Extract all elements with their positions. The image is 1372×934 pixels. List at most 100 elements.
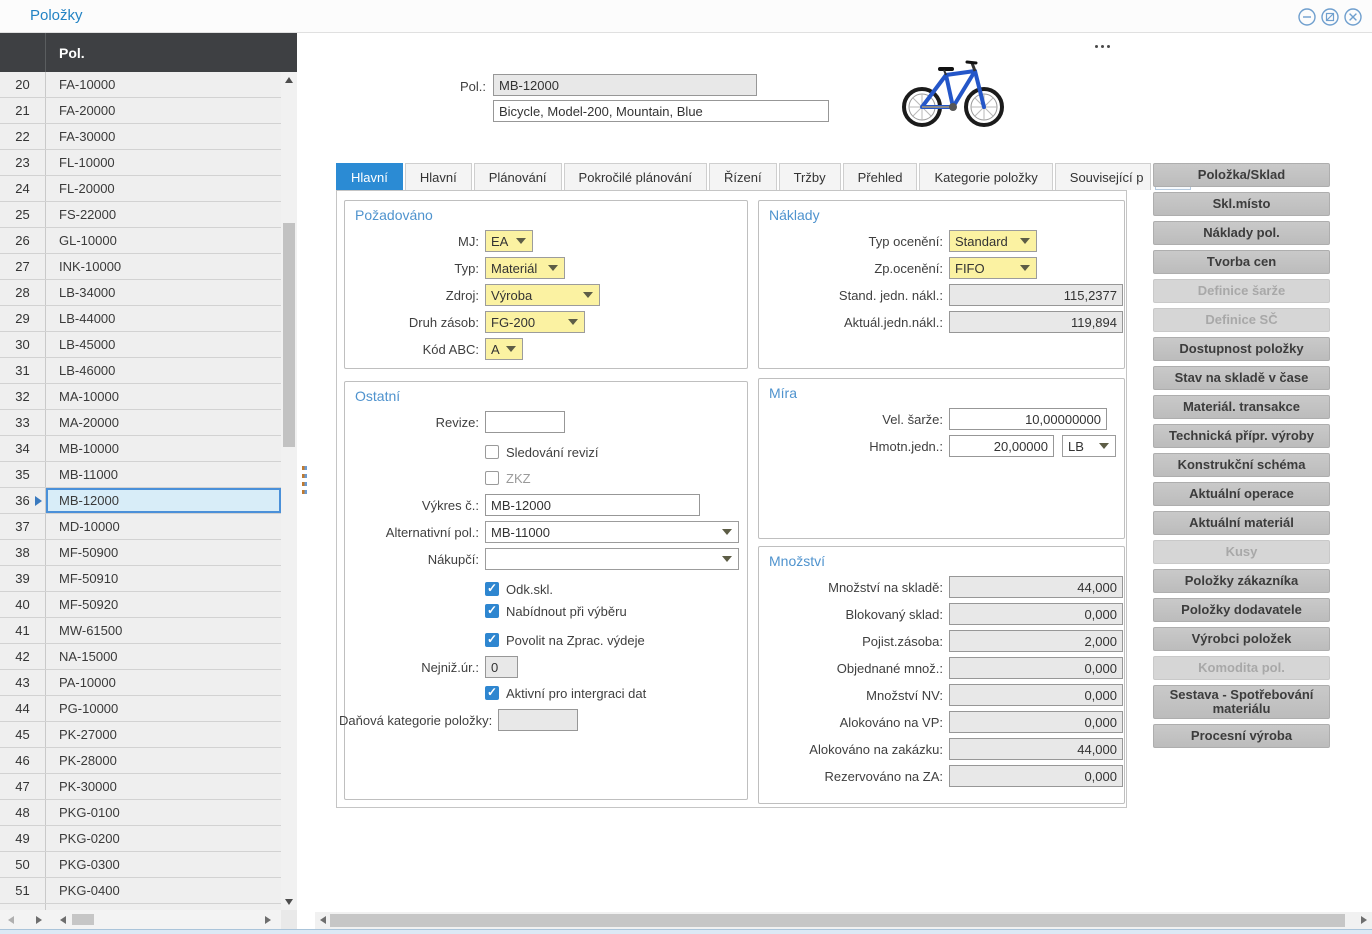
- quantity-field[interactable]: [949, 576, 1123, 598]
- item-code-cell[interactable]: MF-50900: [46, 540, 281, 565]
- table-row[interactable]: 44 PG-10000: [0, 696, 281, 722]
- table-row[interactable]: 51 PKG-0400: [0, 878, 281, 904]
- table-row[interactable]: 33 MA-20000: [0, 410, 281, 436]
- close-icon[interactable]: [1344, 8, 1362, 26]
- table-row[interactable]: 46 PK-28000: [0, 748, 281, 774]
- hscroll-right-icon[interactable]: [1361, 916, 1367, 924]
- action-button[interactable]: Aktuální operace: [1153, 482, 1330, 506]
- item-code-cell[interactable]: PA-10000: [46, 670, 281, 695]
- action-button[interactable]: Položka/Sklad: [1153, 163, 1330, 187]
- typ-oceneni-dropdown[interactable]: Standard: [949, 230, 1037, 252]
- table-row[interactable]: 27 INK-10000: [0, 254, 281, 280]
- tab[interactable]: Plánování: [474, 163, 562, 190]
- table-row[interactable]: 50 PKG-0300: [0, 852, 281, 878]
- kod-abc-dropdown[interactable]: A: [485, 338, 523, 360]
- table-row[interactable]: 35 MB-11000: [0, 462, 281, 488]
- table-row[interactable]: 30 LB-45000: [0, 332, 281, 358]
- table-row[interactable]: 24 FL-20000: [0, 176, 281, 202]
- item-code-cell[interactable]: GL-10000: [46, 228, 281, 253]
- nakupci-combo[interactable]: [485, 548, 739, 570]
- page-left-icon[interactable]: [8, 916, 14, 924]
- item-code-cell[interactable]: PKG-0200: [46, 826, 281, 851]
- action-button[interactable]: Kusy: [1153, 540, 1330, 564]
- hscroll-right-icon[interactable]: [265, 916, 271, 924]
- action-button[interactable]: Procesní výroba: [1153, 724, 1330, 748]
- action-button[interactable]: Aktuální materiál: [1153, 511, 1330, 535]
- item-code-cell[interactable]: LB-34000: [46, 280, 281, 305]
- item-code-cell[interactable]: LB-44000: [46, 306, 281, 331]
- table-row[interactable]: 32 MA-10000: [0, 384, 281, 410]
- item-code-cell[interactable]: PKG-0100: [46, 800, 281, 825]
- table-row[interactable]: 36 MB-12000: [0, 488, 281, 514]
- item-code-cell[interactable]: PKG-0400: [46, 878, 281, 903]
- nejniz-ur-field[interactable]: [485, 656, 518, 678]
- tab[interactable]: Kategorie položky: [919, 163, 1052, 190]
- action-button[interactable]: Konstrukční schéma: [1153, 453, 1330, 477]
- nabidnout-checkbox[interactable]: [485, 604, 499, 618]
- action-button[interactable]: Materiál. transakce: [1153, 395, 1330, 419]
- tab[interactable]: Přehled: [843, 163, 918, 190]
- item-code-cell[interactable]: MD-10000: [46, 514, 281, 539]
- minimize-icon[interactable]: [1298, 8, 1316, 26]
- quantity-field[interactable]: [949, 738, 1123, 760]
- table-row[interactable]: 47 PK-30000: [0, 774, 281, 800]
- hmotn-unit-dropdown[interactable]: LB: [1062, 435, 1116, 457]
- danova-kategorie-field[interactable]: [498, 709, 578, 731]
- action-button[interactable]: Náklady pol.: [1153, 221, 1330, 245]
- tab[interactable]: Řízení: [709, 163, 777, 190]
- quantity-field[interactable]: [949, 684, 1123, 706]
- table-row[interactable]: 26 GL-10000: [0, 228, 281, 254]
- item-code-cell[interactable]: LB-45000: [46, 332, 281, 357]
- grid-vertical-scrollbar[interactable]: [281, 72, 297, 910]
- action-button[interactable]: Položky dodavatele: [1153, 598, 1330, 622]
- hscroll-left-icon[interactable]: [320, 916, 326, 924]
- table-row[interactable]: 37 MD-10000: [0, 514, 281, 540]
- table-row[interactable]: 34 MB-10000: [0, 436, 281, 462]
- sledovani-revizi-checkbox[interactable]: [485, 445, 499, 459]
- item-code-cell[interactable]: PG-10000: [46, 696, 281, 721]
- action-button[interactable]: Komodita pol.: [1153, 656, 1330, 680]
- std-cost-field[interactable]: [949, 284, 1123, 306]
- table-row[interactable]: 45 PK-27000: [0, 722, 281, 748]
- action-button[interactable]: Skl.místo: [1153, 192, 1330, 216]
- item-code-cell[interactable]: FA-20000: [46, 98, 281, 123]
- scrollbar-thumb[interactable]: [283, 223, 295, 447]
- vykres-field[interactable]: [485, 494, 700, 516]
- table-row[interactable]: 28 LB-34000: [0, 280, 281, 306]
- table-row[interactable]: 22 FA-30000: [0, 124, 281, 150]
- table-row[interactable]: 25 FS-22000: [0, 202, 281, 228]
- table-row[interactable]: 48 PKG-0100: [0, 800, 281, 826]
- table-row[interactable]: 42 NA-15000: [0, 644, 281, 670]
- panel-splitter-handle[interactable]: [302, 466, 308, 498]
- item-code-cell[interactable]: NA-15000: [46, 644, 281, 669]
- scroll-up-icon[interactable]: [285, 77, 293, 83]
- action-button[interactable]: Položky zákazníka: [1153, 569, 1330, 593]
- typ-dropdown[interactable]: Materiál: [485, 257, 565, 279]
- action-button[interactable]: Stav na skladě v čase: [1153, 366, 1330, 390]
- item-code-cell[interactable]: FL-20000: [46, 176, 281, 201]
- hscrollbar-thumb[interactable]: [330, 914, 1345, 927]
- scroll-down-icon[interactable]: [285, 899, 293, 905]
- table-row[interactable]: 38 MF-50900: [0, 540, 281, 566]
- pol-field[interactable]: [493, 74, 757, 96]
- item-code-cell[interactable]: PKG-0300: [46, 852, 281, 877]
- hscroll-left-icon[interactable]: [60, 916, 66, 924]
- aktivni-integrace-checkbox[interactable]: [485, 686, 499, 700]
- action-button[interactable]: Tvorba cen: [1153, 250, 1330, 274]
- table-row[interactable]: 40 MF-50920: [0, 592, 281, 618]
- tab[interactable]: Hlavní: [405, 163, 472, 190]
- item-code-cell[interactable]: MW-61500: [46, 618, 281, 643]
- item-code-cell[interactable]: LB-46000: [46, 358, 281, 383]
- restore-icon[interactable]: [1321, 8, 1339, 26]
- item-code-cell[interactable]: FL-10000: [46, 150, 281, 175]
- povolit-checkbox[interactable]: [485, 633, 499, 647]
- mj-dropdown[interactable]: EA: [485, 230, 533, 252]
- more-menu-icon[interactable]: [1095, 45, 1110, 48]
- item-code-cell[interactable]: MB-10000: [46, 436, 281, 461]
- action-button[interactable]: Technická přípr. výroby: [1153, 424, 1330, 448]
- action-button[interactable]: Definice SČ: [1153, 308, 1330, 332]
- item-code-cell[interactable]: MB-12000: [46, 488, 281, 513]
- act-cost-field[interactable]: [949, 311, 1123, 333]
- table-row[interactable]: 49 PKG-0200: [0, 826, 281, 852]
- item-code-cell[interactable]: FA-30000: [46, 124, 281, 149]
